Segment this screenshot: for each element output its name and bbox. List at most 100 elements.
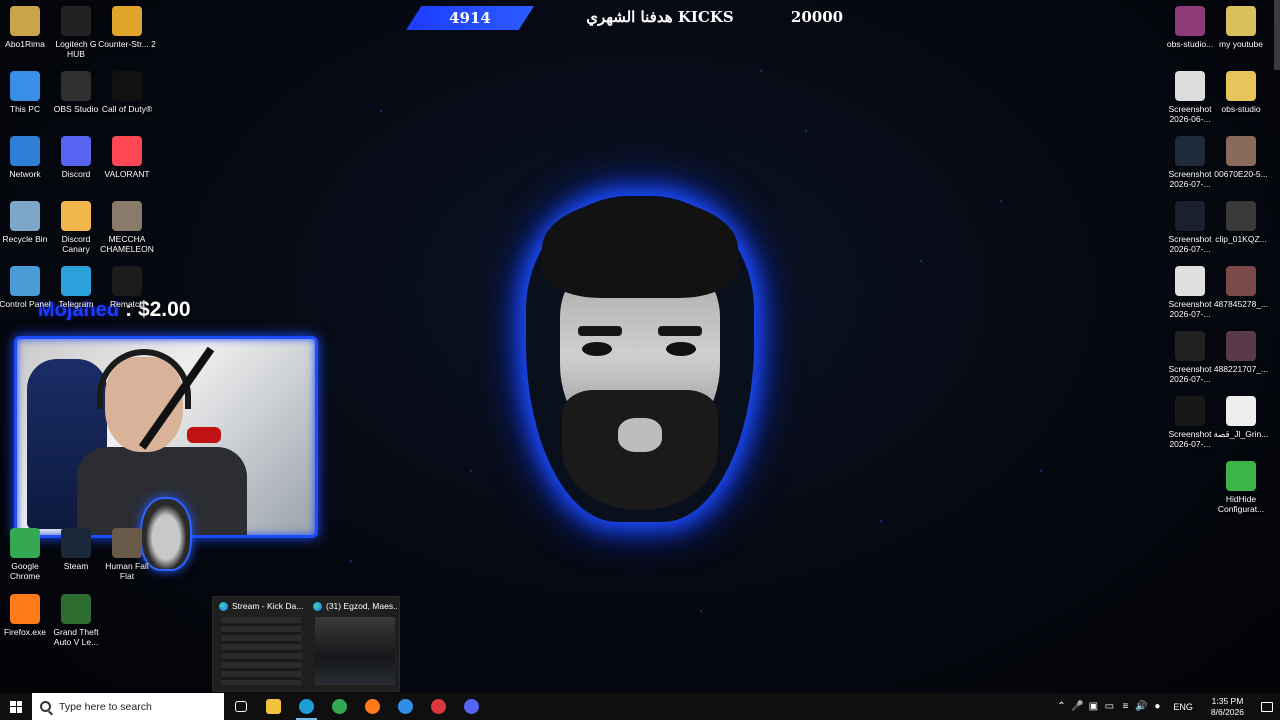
desktop-icon-label: Grand Theft Auto V Le...	[53, 627, 99, 647]
taskbar-search-box[interactable]: Type here to search	[32, 693, 224, 720]
taskbar-app-button[interactable]	[356, 693, 389, 720]
taskbar-app-button[interactable]	[422, 693, 455, 720]
edge-icon	[219, 601, 228, 611]
taskbar-app-button[interactable]	[257, 693, 290, 720]
monitor-icon[interactable]: ▭	[1101, 693, 1117, 720]
chrome-icon	[332, 699, 347, 714]
preview-image	[315, 617, 395, 685]
taskbar-app-button[interactable]	[290, 693, 323, 720]
notification-center-button[interactable]	[1254, 693, 1280, 720]
desktop-icon-label: Screenshot 2026-07-...	[1168, 169, 1212, 189]
language-indicator[interactable]: ENG	[1165, 702, 1201, 712]
logitech-g-icon	[61, 6, 91, 36]
desktop-icon-label: Counter-Str... 2	[98, 39, 156, 49]
search-placeholder: Type here to search	[59, 700, 152, 713]
chevron-up-icon[interactable]: ⌃	[1053, 693, 1069, 720]
preview-thumbnail[interactable]: Stream - Kick Da...	[213, 597, 307, 693]
desktop-icon[interactable]: Counter-Str... 2	[98, 6, 156, 49]
desktop-icon[interactable]: Screenshot 2026-07-...	[1161, 266, 1219, 319]
desktop-icon[interactable]: Logitech G HUB	[47, 6, 105, 59]
notification-icon	[1261, 701, 1273, 712]
desktop-icon[interactable]: This PC	[0, 71, 54, 114]
taskbar-app-button[interactable]	[323, 693, 356, 720]
desktop-icon[interactable]: Screenshot 2026-07-...	[1161, 331, 1219, 384]
desktop-icon[interactable]: Call of Duty®	[98, 71, 156, 114]
desktop-icon[interactable]: Control Panel	[0, 266, 54, 309]
desktop-icon-label: Google Chrome	[9, 561, 41, 581]
app-blue-icon	[398, 699, 413, 714]
desktop-icon[interactable]: clip_01KQZ...	[1212, 201, 1270, 244]
this-pc-icon	[10, 71, 40, 101]
desktop-icon-label: Screenshot 2026-07-...	[1168, 299, 1212, 319]
desktop-icon[interactable]: Screenshot 2026-07-...	[1161, 396, 1219, 449]
recycle-bin-icon	[10, 201, 40, 231]
desktop-icon[interactable]: my youtube	[1212, 6, 1270, 49]
desktop-icon[interactable]: Discord	[47, 136, 105, 179]
taskbar-app-button[interactable]	[455, 693, 488, 720]
desktop-icon[interactable]: Network	[0, 136, 54, 179]
desktop-icon[interactable]: Screenshot 2026-07-...	[1161, 136, 1219, 189]
microphone	[187, 427, 221, 443]
folder-icon	[1226, 71, 1256, 101]
desktop-icon-label: Discord Canary	[61, 234, 91, 254]
desktop-icon[interactable]: Steam	[47, 528, 105, 571]
image-icon	[1226, 266, 1256, 296]
winrar-icon	[1175, 6, 1205, 36]
desktop-icon[interactable]: Firefox.exe	[0, 594, 54, 637]
desktop-icon[interactable]: Screenshot 2026-07-...	[1161, 201, 1219, 254]
taskbar-app-button[interactable]	[224, 693, 257, 720]
human-fall-flat-icon	[112, 528, 142, 558]
microphone-icon[interactable]: 🎤	[1069, 693, 1085, 720]
avatar-left-eye	[582, 342, 612, 356]
desktop-icon[interactable]: Recycle Bin	[0, 201, 54, 244]
desktop-icon[interactable]: 00670E20-5...	[1212, 136, 1270, 179]
desktop-icon-label: my youtube	[1219, 39, 1263, 49]
screenshot-icon	[1175, 201, 1205, 231]
desktop-icon-label: Screenshot 2026-07-...	[1168, 234, 1212, 254]
taskbar-window-preview: Stream - Kick Da... (31) Egzod, Maes...	[212, 596, 400, 692]
desktop-icon[interactable]: Abo1Rima	[0, 6, 54, 49]
taskbar-clock[interactable]: 1:35 PM 8/6/2026	[1201, 696, 1254, 718]
desktop-icon[interactable]: Human Fall Flat	[98, 528, 156, 581]
desktop-icon-label: قصة_Jl_Grin...	[1213, 429, 1269, 439]
headset-tray-icon[interactable]: ●	[1149, 693, 1165, 720]
hidhide-icon	[1226, 461, 1256, 491]
wifi-icon[interactable]: ≡	[1117, 693, 1133, 720]
desktop-icon[interactable]: obs-studio	[1212, 71, 1270, 114]
streamer-avatar-artwork	[520, 190, 760, 530]
firefox-icon	[365, 699, 380, 714]
desktop-icon[interactable]: Rematch	[98, 266, 156, 309]
discord-icon	[61, 136, 91, 166]
desktop-icon-label: Steam	[63, 561, 89, 571]
desktop-icon[interactable]: Google Chrome	[0, 528, 54, 581]
volume-icon[interactable]: 🔊	[1133, 693, 1149, 720]
desktop-icon-label: Telegram	[58, 299, 94, 309]
desktop-icon-label: Abo1Rima	[5, 39, 45, 49]
desktop-icon-label: obs-studio...	[1166, 39, 1214, 49]
edge-scrollbar[interactable]	[1274, 0, 1280, 70]
desktop-icon[interactable]: OBS Studio	[47, 71, 105, 114]
desktop-icon[interactable]: Screenshot 2026-06-...	[1161, 71, 1219, 124]
network-icon[interactable]: ▣	[1085, 693, 1101, 720]
screenshot-icon	[1175, 266, 1205, 296]
control-panel-icon	[10, 266, 40, 296]
desktop-icon-label: obs-studio	[1221, 104, 1261, 114]
telegram-icon	[61, 266, 91, 296]
desktop-icon[interactable]: HidHide Configurat...	[1212, 461, 1270, 514]
desktop-icon[interactable]: 487845278_...	[1212, 266, 1270, 309]
preview-thumbnail[interactable]: (31) Egzod, Maes...	[307, 597, 401, 693]
desktop-icon[interactable]: Telegram	[47, 266, 105, 309]
taskbar-apps	[224, 693, 488, 720]
desktop-icon[interactable]: Discord Canary	[47, 201, 105, 254]
desktop-icon-label: Call of Duty®	[101, 104, 153, 114]
desktop-icon[interactable]: قصة_Jl_Grin...	[1212, 396, 1270, 439]
desktop-icon[interactable]: VALORANT	[98, 136, 156, 179]
desktop-icon[interactable]: MECCHA CHAMELEON	[98, 201, 156, 254]
taskbar-app-button[interactable]	[389, 693, 422, 720]
desktop-icon[interactable]: obs-studio...	[1161, 6, 1219, 49]
desktop-icon[interactable]: Grand Theft Auto V Le...	[47, 594, 105, 647]
desktop-icon-label: Firefox.exe	[3, 627, 47, 637]
start-button[interactable]	[0, 693, 32, 720]
desktop-icon-label: Screenshot 2026-06-...	[1168, 104, 1212, 124]
desktop-icon[interactable]: 488221707_...	[1212, 331, 1270, 374]
